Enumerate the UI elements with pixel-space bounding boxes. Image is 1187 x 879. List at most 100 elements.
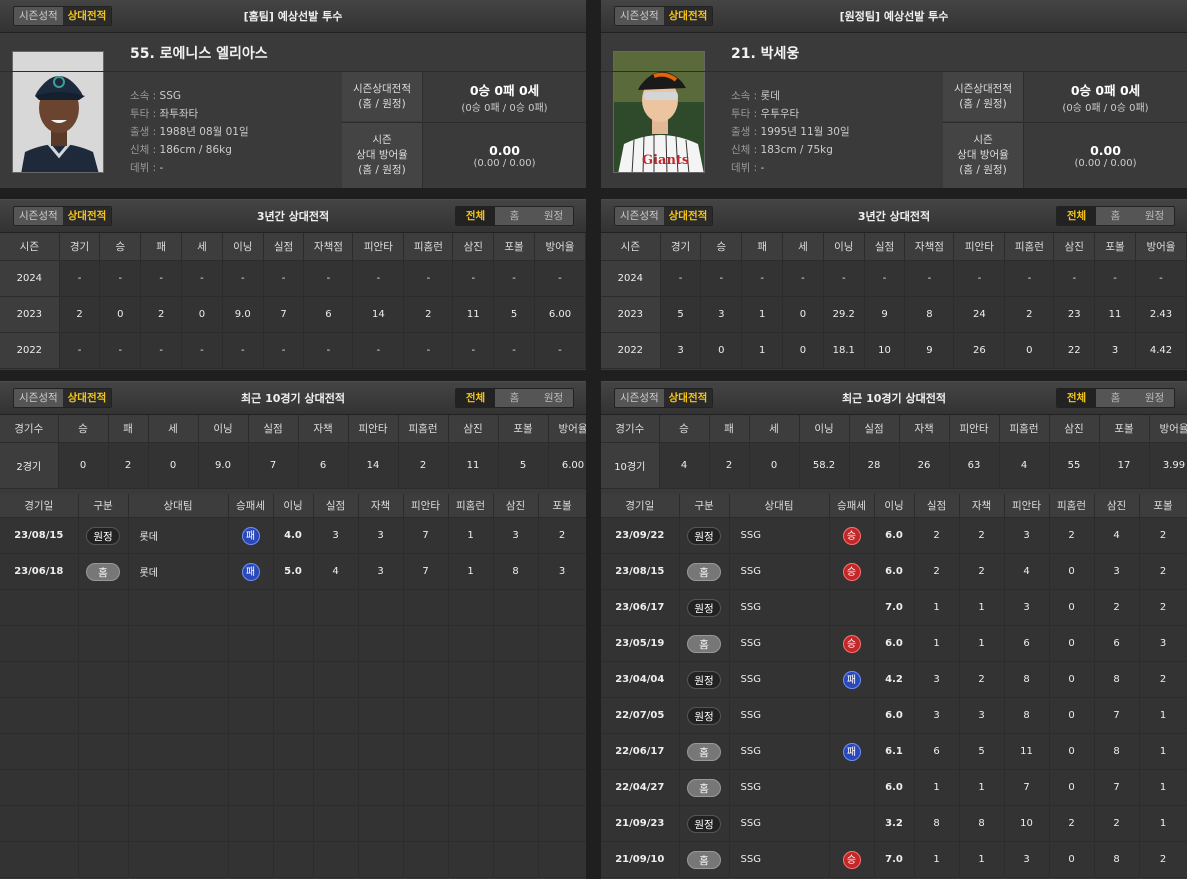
label-line: 시즌상대전적 xyxy=(954,82,1012,95)
filter-away[interactable]: 원정 xyxy=(1135,207,1174,225)
innings: 6.0 xyxy=(874,769,915,806)
home-runs: 2 xyxy=(1049,517,1095,554)
tab-season[interactable]: 시즌성적 xyxy=(14,7,63,25)
game-date: 22/04/27 xyxy=(601,769,680,806)
empty-cell xyxy=(0,697,79,734)
filter-home[interactable]: 홈 xyxy=(1096,389,1135,407)
column-header: 이닝 xyxy=(823,233,865,261)
throw-label: 투타 : xyxy=(731,108,761,120)
game-type: 원정 xyxy=(679,661,730,698)
runs: 3 xyxy=(313,517,359,554)
game-row[interactable]: 23/06/17 원정 SSG 7.0 1 1 3 0 2 2 xyxy=(601,589,1187,626)
stat-cell: 24 xyxy=(953,296,1006,333)
filter-home[interactable]: 홈 xyxy=(495,207,534,225)
stat-cell: - xyxy=(1135,260,1187,297)
panel-header: 시즌성적 상대전적 최근 10경기 상대전적 전체 홈 원정 xyxy=(601,382,1187,415)
stat-cell: - xyxy=(1094,260,1136,297)
stat-cell: - xyxy=(534,332,586,369)
stat-cell: - xyxy=(700,260,743,297)
empty-cell xyxy=(228,805,274,842)
tab-matchup[interactable]: 상대전적 xyxy=(663,207,713,225)
column-header: 피안타 xyxy=(949,415,1000,443)
filter-away[interactable]: 원정 xyxy=(1135,389,1174,407)
stat-cell: 55 xyxy=(1049,442,1100,489)
filter-away[interactable]: 원정 xyxy=(534,207,573,225)
empty-cell xyxy=(448,733,494,770)
empty-cell xyxy=(78,769,129,806)
panel-header: 시즌성적 상대전적 최근 10경기 상대전적 전체 홈 원정 xyxy=(0,382,586,415)
game-row[interactable]: 23/06/18 홈 롯데 패 5.0 4 3 7 1 8 3 xyxy=(0,553,586,590)
tab-matchup[interactable]: 상대전적 xyxy=(62,389,112,407)
pitcher-details: 소속 : 롯데 투타 : 우투우타 출생 : 1995년 11월 30일 신체 … xyxy=(731,87,850,177)
empty-cell xyxy=(493,697,539,734)
pitcher-team: 롯데 xyxy=(760,90,780,102)
column-header: 포볼 xyxy=(1139,493,1187,518)
stat-cell: - xyxy=(782,260,824,297)
game-row[interactable]: 23/08/15 홈 SSG 승 6.0 2 2 4 0 3 2 xyxy=(601,553,1187,590)
column-header: 승 xyxy=(58,415,109,443)
game-row[interactable]: 23/08/15 원정 롯데 패 4.0 3 3 7 1 3 2 xyxy=(0,517,586,554)
game-row[interactable]: 23/09/22 원정 SSG 승 6.0 2 2 3 2 4 2 xyxy=(601,517,1187,554)
column-header: 세 xyxy=(749,415,800,443)
empty-cell xyxy=(0,661,79,698)
home-three-year-panel: 시즌성적 상대전적 3년간 상대전적 전체 홈 원정 시즌 경기 승 패 세 이닝 실점 자책… xyxy=(0,199,586,370)
pitcher-photo xyxy=(12,51,104,173)
stat-cell: 9.0 xyxy=(198,442,249,489)
empty-cell xyxy=(448,697,494,734)
filter-all[interactable]: 전체 xyxy=(456,389,495,407)
earned-runs: 1 xyxy=(959,625,1005,662)
filter-home[interactable]: 홈 xyxy=(1096,207,1135,225)
filter-all[interactable]: 전체 xyxy=(1057,389,1096,407)
game-row[interactable]: 22/06/17 홈 SSG 패 6.1 6 5 11 0 8 1 xyxy=(601,733,1187,770)
game-row[interactable]: 23/04/04 원정 SSG 패 4.2 3 2 8 0 8 2 xyxy=(601,661,1187,698)
filter-tabs: 전체 홈 원정 xyxy=(455,206,574,226)
season-record-box: 시즌상대전적 (홈 / 원정) 0승 0패 0세 (0승 0패 / 0승 0패) xyxy=(342,71,586,121)
tab-matchup[interactable]: 상대전적 xyxy=(62,207,112,225)
column-header: 이닝 xyxy=(874,493,915,518)
season-record-label: 시즌상대전적 (홈 / 원정) xyxy=(342,72,423,121)
column-header: 자책 xyxy=(959,493,1005,518)
column-header: 자책점 xyxy=(303,233,354,261)
tab-season[interactable]: 시즌성적 xyxy=(615,207,664,225)
stat-cell: - xyxy=(534,260,586,297)
section-tabs: 시즌성적 상대전적 xyxy=(13,206,113,226)
opponent: 롯데 xyxy=(128,553,229,590)
game-row[interactable]: 22/07/05 원정 SSG 6.0 3 3 8 0 7 1 xyxy=(601,697,1187,734)
empty-cell xyxy=(403,661,449,698)
column-header: 포볼 xyxy=(538,493,586,518)
tab-season[interactable]: 시즌성적 xyxy=(14,389,63,407)
stat-cell: 26 xyxy=(899,442,950,489)
home-runs: 0 xyxy=(1049,625,1095,662)
filter-away[interactable]: 원정 xyxy=(534,389,573,407)
empty-cell xyxy=(493,805,539,842)
empty-cell xyxy=(313,589,359,626)
tab-season[interactable]: 시즌성적 xyxy=(615,389,664,407)
strikeouts: 7 xyxy=(1094,769,1140,806)
game-row[interactable]: 23/05/19 홈 SSG 승 6.0 1 1 6 0 6 3 xyxy=(601,625,1187,662)
tab-matchup[interactable]: 상대전적 xyxy=(663,7,713,25)
era-value: 0.00 (0.00 / 0.00) xyxy=(1024,123,1187,188)
filter-home[interactable]: 홈 xyxy=(495,389,534,407)
empty-cell xyxy=(128,661,229,698)
game-row[interactable]: 21/09/10 홈 SSG 승 7.0 1 1 3 0 8 2 xyxy=(601,841,1187,878)
panel-header: 시즌성적 상대전적 3년간 상대전적 전체 홈 원정 xyxy=(0,200,586,233)
body-label: 신체 : xyxy=(130,144,160,156)
hits: 7 xyxy=(1004,769,1050,806)
filter-all[interactable]: 전체 xyxy=(456,207,495,225)
empty-row xyxy=(0,661,586,698)
column-header: 실점 xyxy=(849,415,900,443)
game-row[interactable]: 21/09/23 원정 SSG 3.2 8 8 10 2 2 1 xyxy=(601,805,1187,842)
empty-cell xyxy=(0,805,79,842)
recent-games-table: 경기일 구분 상대팀 승패세 이닝 실점 자책 피안타 피홈런 삼진 포볼 23/09/22 원정 SSG… xyxy=(601,493,1187,878)
tab-matchup[interactable]: 상대전적 xyxy=(663,389,713,407)
hits: 8 xyxy=(1004,697,1050,734)
panel-header: 시즌성적 상대전적 3년간 상대전적 전체 홈 원정 xyxy=(601,200,1187,233)
tab-matchup[interactable]: 상대전적 xyxy=(62,7,112,25)
filter-all[interactable]: 전체 xyxy=(1057,207,1096,225)
tab-season[interactable]: 시즌성적 xyxy=(615,7,664,25)
away-badge: 원정 xyxy=(86,526,120,545)
stat-cell: - xyxy=(1053,260,1096,297)
tab-season[interactable]: 시즌성적 xyxy=(14,207,63,225)
season-record-value: 0승 0패 0세 (0승 0패 / 0승 0패) xyxy=(1024,72,1187,121)
game-row[interactable]: 22/04/27 홈 SSG 6.0 1 1 7 0 7 1 xyxy=(601,769,1187,806)
